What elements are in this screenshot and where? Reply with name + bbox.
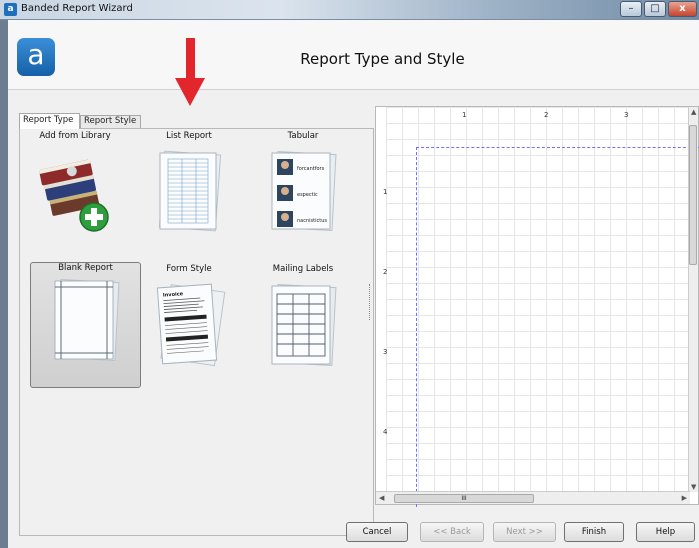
tabular-name-1: forcantfors bbox=[297, 166, 325, 172]
ruler-left-1: 1 bbox=[383, 188, 388, 196]
tab-report-style[interactable]: Report Style bbox=[80, 115, 141, 128]
next-button[interactable]: Next >> bbox=[493, 522, 556, 542]
cancel-button[interactable]: Cancel bbox=[346, 522, 408, 542]
tabular-name-2: espectic bbox=[297, 192, 318, 198]
library-books-add-icon bbox=[38, 159, 109, 232]
app-icon: a bbox=[4, 3, 17, 16]
tab-report-type[interactable]: Report Type bbox=[19, 113, 80, 129]
window-title: Banded Report Wizard bbox=[21, 3, 133, 14]
ruler-top-3: 3 bbox=[624, 111, 629, 119]
wizard-body: a Report Type and Style Report Type Repo… bbox=[8, 20, 699, 548]
splitter-grip[interactable] bbox=[369, 284, 372, 320]
tabular-report-icon: forcantfors espectic nacnistictus bbox=[271, 151, 337, 232]
scroll-right-icon[interactable]: ▶ bbox=[682, 494, 687, 502]
tile-mailing-labels[interactable]: Mailing Labels bbox=[248, 262, 358, 392]
horizontal-scrollbar[interactable]: ◀ III ▶ bbox=[376, 491, 690, 504]
tile-add-from-library[interactable]: Add from Library bbox=[20, 129, 130, 259]
horizontal-scroll-thumb[interactable]: III bbox=[394, 494, 534, 503]
ruler-left-4: 4 bbox=[383, 428, 388, 436]
scroll-down-icon[interactable]: ▼ bbox=[691, 483, 696, 491]
vertical-scrollbar[interactable]: ▲ ▼ bbox=[688, 107, 698, 492]
ruler-left-3: 3 bbox=[383, 348, 388, 356]
maximize-button[interactable]: □ bbox=[644, 1, 666, 17]
page-outline bbox=[416, 147, 699, 507]
tile-blank-report[interactable]: Blank Report bbox=[30, 262, 141, 388]
form-style-icon: Invoice bbox=[156, 283, 226, 367]
ruler-left-2: 2 bbox=[383, 268, 388, 276]
scroll-up-icon[interactable]: ▲ bbox=[691, 108, 696, 116]
tabular-name-3: nacnistictus bbox=[297, 218, 327, 224]
vertical-scroll-thumb[interactable] bbox=[689, 125, 697, 265]
annotation-arrow-shaft bbox=[186, 38, 195, 82]
tile-label: Form Style bbox=[166, 264, 212, 274]
tile-label: List Report bbox=[166, 131, 212, 141]
tile-label: Mailing Labels bbox=[272, 264, 334, 274]
back-button[interactable]: << Back bbox=[420, 522, 484, 542]
help-button[interactable]: Help bbox=[636, 522, 695, 542]
minimize-button[interactable]: – bbox=[620, 1, 642, 17]
finish-button[interactable]: Finish bbox=[564, 522, 624, 542]
page-title: Report Type and Style bbox=[300, 50, 465, 68]
ruler-top-1: 1 bbox=[462, 111, 467, 119]
tile-form-style[interactable]: Form Style Invoice bbox=[134, 262, 244, 392]
blank-report-label: Blank Report bbox=[58, 263, 113, 273]
wizard-header: a Report Type and Style bbox=[8, 20, 699, 90]
mailing-labels-icon bbox=[271, 284, 337, 367]
tile-label: Tabular bbox=[287, 131, 319, 141]
ruler-top-2: 2 bbox=[544, 111, 549, 119]
blank-report-icon bbox=[54, 279, 120, 362]
tile-tabular[interactable]: Tabular forcantfors espectic nacnistictu… bbox=[248, 129, 358, 259]
tile-label: Add from Library bbox=[39, 131, 111, 141]
scroll-left-icon[interactable]: ◀ bbox=[379, 494, 384, 502]
report-type-panel: Add from Library List Report Tabular for… bbox=[19, 128, 374, 536]
report-preview: 1 2 3 1 2 3 4 ▲ ▼ ◀ III ▶ bbox=[375, 106, 699, 507]
title-bar: a Banded Report Wizard – □ x bbox=[0, 0, 699, 20]
annotation-arrow-head bbox=[175, 78, 205, 106]
tile-list-report[interactable]: List Report bbox=[134, 129, 244, 259]
close-button[interactable]: x bbox=[668, 1, 697, 17]
list-report-icon bbox=[158, 150, 222, 232]
